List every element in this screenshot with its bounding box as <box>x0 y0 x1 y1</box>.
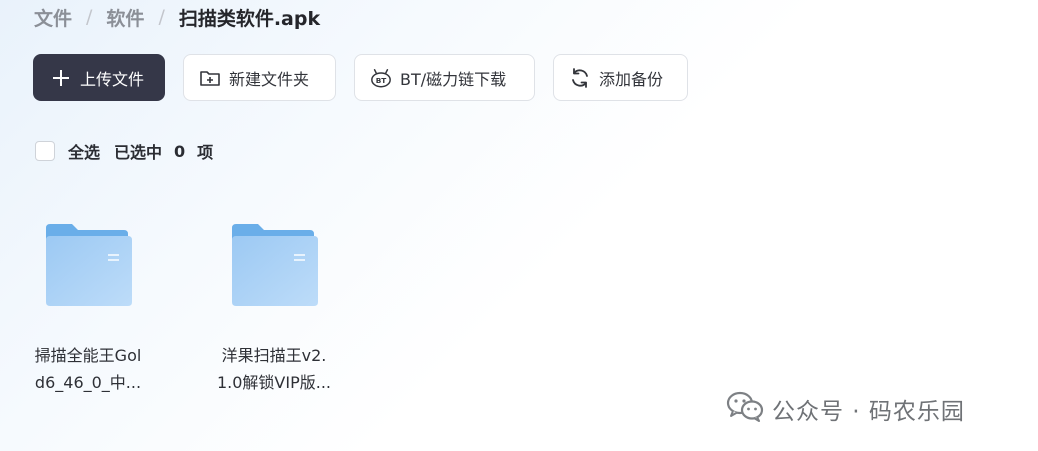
folder-name-line-1: 洋果扫描王v2. <box>221 346 327 365</box>
select-all-checkbox[interactable] <box>35 141 55 161</box>
selected-unit: 项 <box>197 143 214 162</box>
new-folder-button[interactable]: 新建文件夹 <box>183 54 336 101</box>
wechat-icon <box>726 390 764 428</box>
breadcrumb-item-software[interactable]: 软件 <box>106 4 144 31</box>
folder-icon <box>42 218 132 310</box>
add-backup-button[interactable]: 添加备份 <box>553 54 688 101</box>
folder-name-line-2: 1.0解锁VIP版... <box>216 373 332 392</box>
file-grid: 掃描全能王Gol d6_46_0_中... 洋果扫描王v2. 1.0解锁VIP版… <box>20 218 392 396</box>
add-backup-button-label: 添加备份 <box>599 69 664 89</box>
selected-count: 0 <box>174 141 186 161</box>
upload-button-label: 上传文件 <box>80 69 145 89</box>
folder-name: 洋果扫描王v2. 1.0解锁VIP版... <box>206 342 342 396</box>
sync-icon <box>569 67 591 89</box>
add-folder-icon <box>199 67 221 89</box>
breadcrumb-current: 扫描类软件.apk <box>178 7 321 30</box>
watermark: 公众号 · 码农乐园 <box>726 390 965 428</box>
bt-magnet-download-button[interactable]: BT BT/磁力链下载 <box>354 54 535 101</box>
folder-name: 掃描全能王Gol d6_46_0_中... <box>20 342 156 396</box>
bt-button-label: BT/磁力链下载 <box>400 69 507 89</box>
toolbar: 上传文件 新建文件夹 BT BT/磁力链下载 添加备份 <box>33 54 688 101</box>
watermark-text: 公众号 · 码农乐园 <box>772 399 965 425</box>
new-folder-button-label: 新建文件夹 <box>229 69 310 89</box>
folder-name-line-2: d6_46_0_中... <box>34 373 142 392</box>
upload-button[interactable]: 上传文件 <box>33 54 165 101</box>
breadcrumb-item-files[interactable]: 文件 <box>34 4 72 31</box>
folder-icon <box>228 218 318 310</box>
breadcrumb-separator: / <box>86 6 93 28</box>
selection-bar: 全选 已选中 0 项 <box>35 139 213 163</box>
bt-icon: BT <box>370 67 392 89</box>
svg-text:BT: BT <box>376 76 387 85</box>
folder-item[interactable]: 洋果扫描王v2. 1.0解锁VIP版... <box>206 218 342 396</box>
select-all-label[interactable]: 全选 <box>68 139 100 163</box>
breadcrumb: 文件 / 软件 / 扫描类软件.apk <box>34 3 320 31</box>
folder-name-line-1: 掃描全能王Gol <box>34 346 142 365</box>
plus-icon <box>50 67 72 89</box>
selected-label: 已选中 <box>114 143 163 162</box>
folder-item[interactable]: 掃描全能王Gol d6_46_0_中... <box>20 218 156 396</box>
breadcrumb-separator: / <box>158 6 165 28</box>
